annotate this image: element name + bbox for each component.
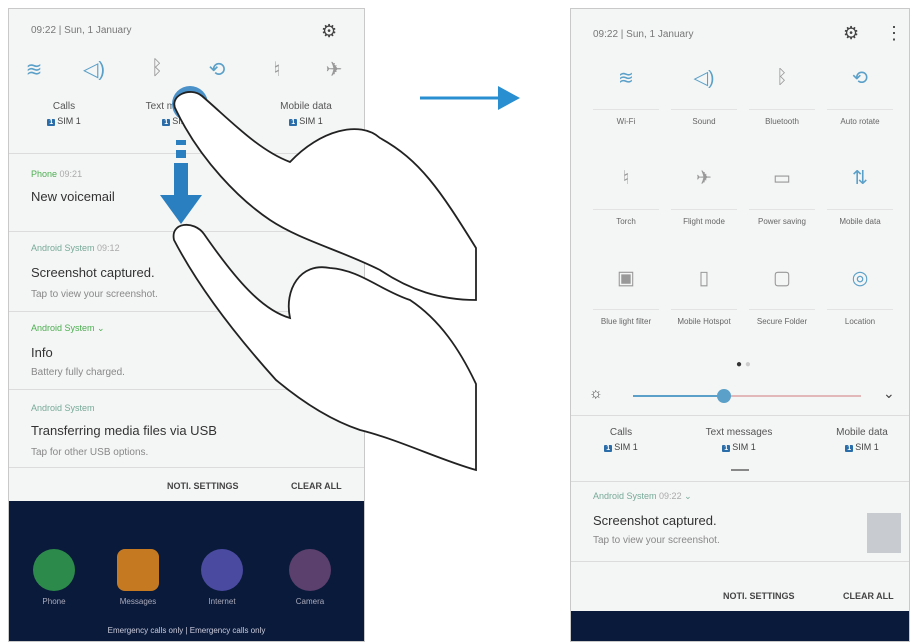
right-arrow-icon [420,86,520,110]
down-arrow-icon [160,140,202,224]
gesture-overlay [160,86,520,472]
